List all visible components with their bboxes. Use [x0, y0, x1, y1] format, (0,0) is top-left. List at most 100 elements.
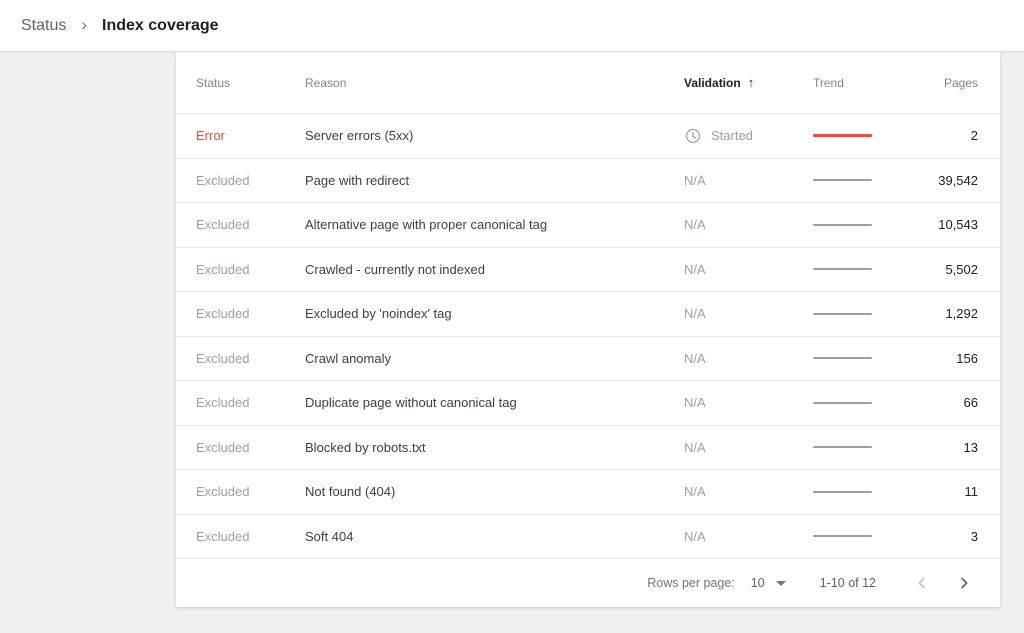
pages-cell: 1,292 — [945, 306, 978, 321]
pagination-bar: Rows per page: 10 1-10 of 12 — [176, 559, 1000, 607]
reason-cell: Duplicate page without canonical tag — [305, 395, 684, 410]
pages-cell: 10,543 — [938, 217, 978, 232]
column-header-reason[interactable]: Reason — [305, 76, 684, 90]
table-row[interactable]: Excluded Crawled - currently not indexed… — [176, 248, 1000, 293]
trend-cell — [813, 535, 913, 537]
pages-cell: 66 — [964, 395, 978, 410]
trend-cell — [813, 268, 913, 270]
chevron-right-icon: › — [81, 15, 87, 35]
validation-status-label: N/A — [684, 173, 706, 188]
page-title: Index coverage — [102, 17, 219, 35]
pages-cell: 3 — [971, 529, 978, 544]
rows-per-page-label: Rows per page: — [647, 576, 735, 590]
table-row[interactable]: Excluded Alternative page with proper ca… — [176, 203, 1000, 248]
breadcrumb-status[interactable]: Status — [21, 17, 66, 35]
reason-cell: Crawled - currently not indexed — [305, 262, 684, 277]
validation-cell: N/A — [684, 440, 813, 455]
trend-cell — [813, 134, 913, 137]
column-header-validation[interactable]: Validation ↑ — [684, 75, 813, 90]
topbar: Status › Index coverage — [0, 0, 1024, 52]
validation-status-label: N/A — [684, 217, 706, 232]
table-row[interactable]: Excluded Excluded by 'noindex' tag N/A 1… — [176, 292, 1000, 337]
trend-sparkline — [813, 313, 872, 315]
table-row[interactable]: Excluded Soft 404 N/A 3 — [176, 515, 1000, 560]
validation-cell: N/A — [684, 529, 813, 544]
validation-status-label: N/A — [684, 529, 706, 544]
index-coverage-card: Status Reason Validation ↑ Trend Pages E… — [176, 52, 1000, 607]
validation-status-label: Started — [711, 128, 753, 143]
status-cell: Excluded — [196, 395, 305, 410]
table-row[interactable]: Excluded Crawl anomaly N/A 156 — [176, 337, 1000, 382]
clock-icon — [684, 127, 702, 145]
table-row[interactable]: Error Server errors (5xx) Started 2 — [176, 114, 1000, 159]
status-cell: Excluded — [196, 306, 305, 321]
table-row[interactable]: Excluded Duplicate page without canonica… — [176, 381, 1000, 426]
status-cell: Excluded — [196, 173, 305, 188]
status-cell: Excluded — [196, 262, 305, 277]
validation-status-label: N/A — [684, 351, 706, 366]
trend-sparkline — [813, 402, 872, 404]
reason-cell: Page with redirect — [305, 173, 684, 188]
trend-cell — [813, 402, 913, 404]
trend-sparkline — [813, 268, 872, 270]
reason-cell: Server errors (5xx) — [305, 128, 684, 143]
next-page-button[interactable] — [954, 573, 974, 593]
validation-cell: N/A — [684, 217, 813, 232]
validation-cell: N/A — [684, 173, 813, 188]
trend-cell — [813, 357, 913, 359]
reason-cell: Not found (404) — [305, 484, 684, 499]
column-header-pages[interactable]: Pages — [944, 76, 978, 90]
trend-sparkline — [813, 535, 872, 537]
dropdown-arrow-icon — [776, 581, 786, 586]
trend-sparkline — [813, 134, 872, 137]
table-row[interactable]: Excluded Blocked by robots.txt N/A 13 — [176, 426, 1000, 471]
reason-cell: Alternative page with proper canonical t… — [305, 217, 684, 232]
pages-cell: 156 — [956, 351, 978, 366]
status-cell: Excluded — [196, 440, 305, 455]
rows-per-page-select[interactable]: 10 — [751, 576, 786, 590]
column-header-status[interactable]: Status — [196, 76, 305, 90]
status-cell: Excluded — [196, 351, 305, 366]
trend-sparkline — [813, 357, 872, 359]
trend-sparkline — [813, 446, 872, 448]
validation-status-label: N/A — [684, 395, 706, 410]
pages-cell: 11 — [965, 484, 979, 499]
reason-cell: Blocked by robots.txt — [305, 440, 684, 455]
validation-cell: N/A — [684, 351, 813, 366]
reason-cell: Soft 404 — [305, 529, 684, 544]
chevron-left-icon — [913, 574, 931, 592]
trend-sparkline — [813, 491, 872, 493]
pages-cell: 39,542 — [938, 173, 978, 188]
validation-status-label: N/A — [684, 262, 706, 277]
validation-cell: N/A — [684, 306, 813, 321]
status-cell: Error — [196, 128, 305, 143]
trend-sparkline — [813, 224, 872, 226]
trend-cell — [813, 179, 913, 181]
table-body: Error Server errors (5xx) Started 2 Excl… — [176, 114, 1000, 559]
trend-cell — [813, 491, 913, 493]
column-header-trend[interactable]: Trend — [813, 76, 913, 90]
status-cell: Excluded — [196, 484, 305, 499]
chevron-right-icon — [955, 574, 973, 592]
validation-status-label: N/A — [684, 306, 706, 321]
table-row[interactable]: Excluded Page with redirect N/A 39,542 — [176, 159, 1000, 204]
trend-cell — [813, 446, 913, 448]
validation-status-label: N/A — [684, 440, 706, 455]
pages-cell: 2 — [971, 128, 978, 143]
sort-ascending-icon: ↑ — [748, 75, 755, 90]
pagination-range: 1-10 of 12 — [820, 576, 876, 590]
pages-cell: 13 — [964, 440, 978, 455]
trend-cell — [813, 224, 913, 226]
table-header-row: Status Reason Validation ↑ Trend Pages — [176, 52, 1000, 114]
trend-cell — [813, 313, 913, 315]
validation-status-label: N/A — [684, 484, 706, 499]
validation-cell: N/A — [684, 395, 813, 410]
column-header-validation-label: Validation — [684, 76, 741, 90]
validation-cell: N/A — [684, 262, 813, 277]
table-row[interactable]: Excluded Not found (404) N/A 11 — [176, 470, 1000, 515]
reason-cell: Crawl anomaly — [305, 351, 684, 366]
previous-page-button[interactable] — [912, 573, 932, 593]
status-cell: Excluded — [196, 529, 305, 544]
validation-cell: N/A — [684, 484, 813, 499]
trend-sparkline — [813, 179, 872, 181]
